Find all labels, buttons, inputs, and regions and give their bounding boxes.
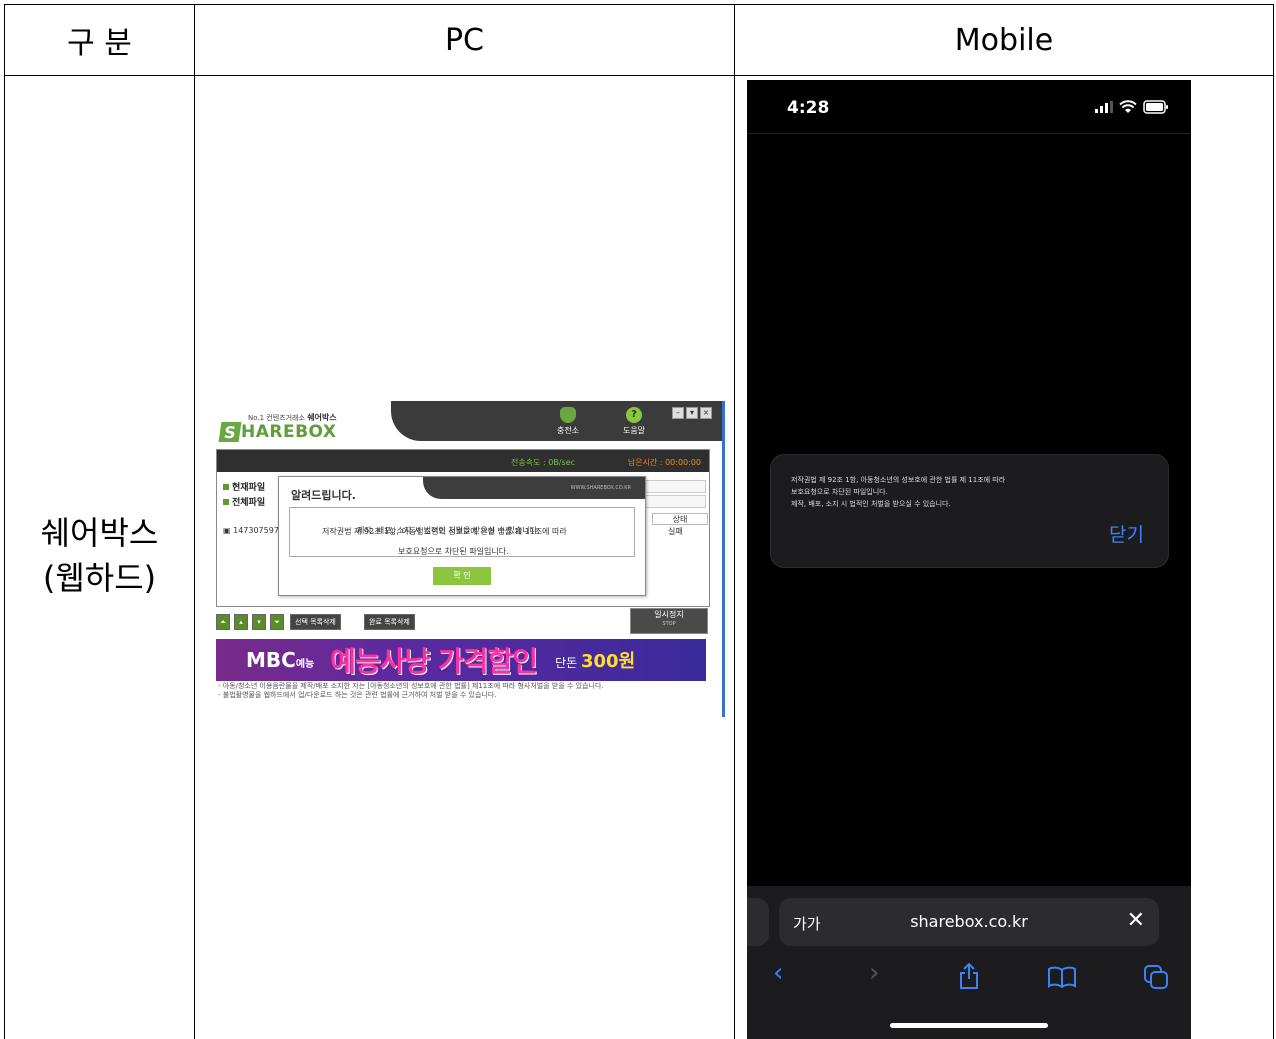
all-files-label: 전체파일 [223, 495, 265, 508]
pc-screenshot: No.1 컨텐츠거래소 쉐어박스 S HAREBOX 충전소 ? 도움말 – ▾… [206, 401, 725, 717]
row-label: 쉐어박스 (웹하드) [5, 76, 194, 1036]
block-alert: 저작권법 제 92조 1항, 아동청소년의 성보호에 관한 법률 제 11조에 … [770, 454, 1169, 568]
file-row[interactable]: ▣ 147307597 [223, 526, 279, 535]
header-category: 구 분 [67, 26, 132, 61]
minimize-button[interactable]: – [672, 407, 684, 419]
charge-button[interactable]: 충전소 [548, 407, 588, 436]
tabs-icon[interactable] [1143, 964, 1169, 990]
alert-message: 저작권법 제 92조 1항, 아동청소년의 성보호에 관한 법률 제 11조에 … [791, 474, 1005, 510]
file-status: 실패 [668, 527, 683, 536]
home-indicator [890, 1023, 1048, 1028]
current-file-label: 현재파일 [223, 480, 265, 493]
sharebox-logo: S HAREBOX [218, 421, 337, 443]
dialog-header: WWW.SHAREBOX.CO.KR [423, 477, 645, 499]
alert-line-1: 저작권법 제 92조 1항, 아동청소년의 성보호에 관한 법률 제 11조에 … [791, 476, 1006, 484]
delete-completed-button[interactable]: 완료 목록삭제 [364, 614, 415, 630]
move-top-button[interactable]: ⏶ [216, 614, 230, 630]
file-name: 147307597 [233, 526, 279, 535]
bookmarks-icon[interactable] [1047, 966, 1077, 988]
piggybank-icon [560, 407, 576, 423]
alert-line-2: 보호요청으로 차단된 파일입니다. [791, 488, 888, 496]
move-down-button[interactable]: ▾ [252, 614, 266, 630]
previous-tab-stub[interactable] [747, 898, 769, 946]
signal-icon [1095, 101, 1113, 113]
notice-dialog: WWW.SHAREBOX.CO.KR 알려드립니다. 저작권법 제 92조 1항… [278, 476, 646, 596]
restore-button[interactable]: ▾ [686, 407, 698, 419]
row-label-name: 쉐어박스 [40, 514, 159, 553]
table-col-divider-1 [194, 4, 195, 1039]
forward-icon[interactable]: › [869, 958, 879, 988]
dialog-title: 알려드립니다. [291, 489, 356, 502]
logo-s: S [218, 422, 242, 442]
back-icon[interactable]: ‹ [773, 958, 783, 988]
header-mobile: Mobile [954, 22, 1054, 58]
dialog-url: WWW.SHAREBOX.CO.KR [570, 485, 631, 491]
charge-label: 충전소 [556, 426, 580, 435]
banner-price: 단돈 300원 [555, 647, 635, 673]
logo-text: HAREBOX [241, 422, 337, 442]
battery-icon [1143, 100, 1168, 114]
address-url: sharebox.co.kr [910, 912, 1028, 931]
mbc-sub: 예능 [295, 659, 315, 670]
address-bar[interactable]: 가가 sharebox.co.kr ✕ [779, 898, 1159, 946]
dialog-line-3: 제작, 배포, 소지 시 법적인 처벌을 받으실 수 있습니다. [357, 526, 540, 535]
mbc-logo: MBC예능 [246, 648, 314, 672]
alert-line-3: 제작, 배포, 소지 시 법적인 처벌을 받으실 수 있습니다. [791, 500, 951, 508]
status-time: 4:28 [787, 98, 830, 118]
confirm-button[interactable]: 확 인 [433, 567, 491, 585]
transfer-speed: 전송속도 : 0B/sec [511, 458, 575, 467]
status-icons [1095, 100, 1169, 114]
legal-notice-line-2: - 불법촬영물을 웹하드에서 업/다운로드 하는 것은 관련 법률에 근거하여 … [218, 691, 497, 699]
status-column-header: 상태 [652, 513, 708, 525]
safari-bottom-bar: 가가 sharebox.co.kr ✕ ‹ › [747, 886, 1191, 1039]
all-progress-box [642, 495, 706, 508]
table-border-right [1273, 4, 1274, 1039]
help-label: 도움말 [622, 426, 646, 435]
table-col-divider-2 [734, 4, 735, 1039]
pause-button[interactable]: 일시정지 STOP [630, 608, 708, 634]
current-file-text: 현재파일 [232, 483, 266, 493]
dialog-line-2: 보호요청으로 차단된 파일입니다. [398, 547, 509, 556]
help-icon: ? [626, 407, 642, 423]
move-bottom-button[interactable]: ⏷ [270, 614, 284, 630]
move-up-button[interactable]: ▴ [234, 614, 248, 630]
mobile-screenshot: 4:28 저작권법 제 92조 1항, 아동청소년의 성보호에 관한 법률 제 … [747, 80, 1191, 1039]
mbc-text: MBC [246, 648, 296, 672]
legal-notice: - 아동/청소년 이용음란물을 제작/배포 소지한 자는 [아동청소년의 성보호… [218, 682, 604, 700]
current-progress-box [642, 480, 706, 493]
help-button[interactable]: ? 도움말 [614, 407, 654, 436]
status-separator [747, 133, 1191, 134]
wifi-icon [1119, 100, 1137, 113]
all-files-text: 전체파일 [232, 498, 266, 508]
close-window-button[interactable]: × [700, 407, 712, 419]
transfer-status-bar: 전송속도 : 0B/sec 남은시간 : 00:00:00 [217, 450, 709, 472]
ad-banner[interactable]: MBC예능 예능사냥 가격할인 단돈 300원 [216, 639, 706, 681]
price-value: 300원 [581, 651, 636, 672]
banner-headline: 예능사냥 가격할인 [330, 645, 538, 678]
bullet-icon [223, 484, 229, 490]
share-icon[interactable] [957, 962, 981, 990]
pause-label: 일시정지 [654, 610, 684, 619]
remaining-time: 남은시간 : 00:00:00 [627, 458, 701, 467]
file-icon: ▣ [223, 526, 234, 535]
alert-close-button[interactable]: 닫기 [1109, 520, 1144, 547]
delete-selected-button[interactable]: 선택 목록삭제 [290, 614, 341, 630]
pause-sub-label: STOP [662, 621, 676, 627]
clear-icon[interactable]: ✕ [1127, 908, 1145, 933]
header-pc: PC [444, 22, 485, 58]
price-prefix: 단돈 [555, 656, 578, 670]
bullet-icon [223, 499, 229, 505]
legal-notice-line-1: - 아동/청소년 이용음란물을 제작/배포 소지한 자는 [아동청소년의 성보호… [218, 682, 604, 690]
row-label-type: (웹하드) [42, 559, 157, 597]
